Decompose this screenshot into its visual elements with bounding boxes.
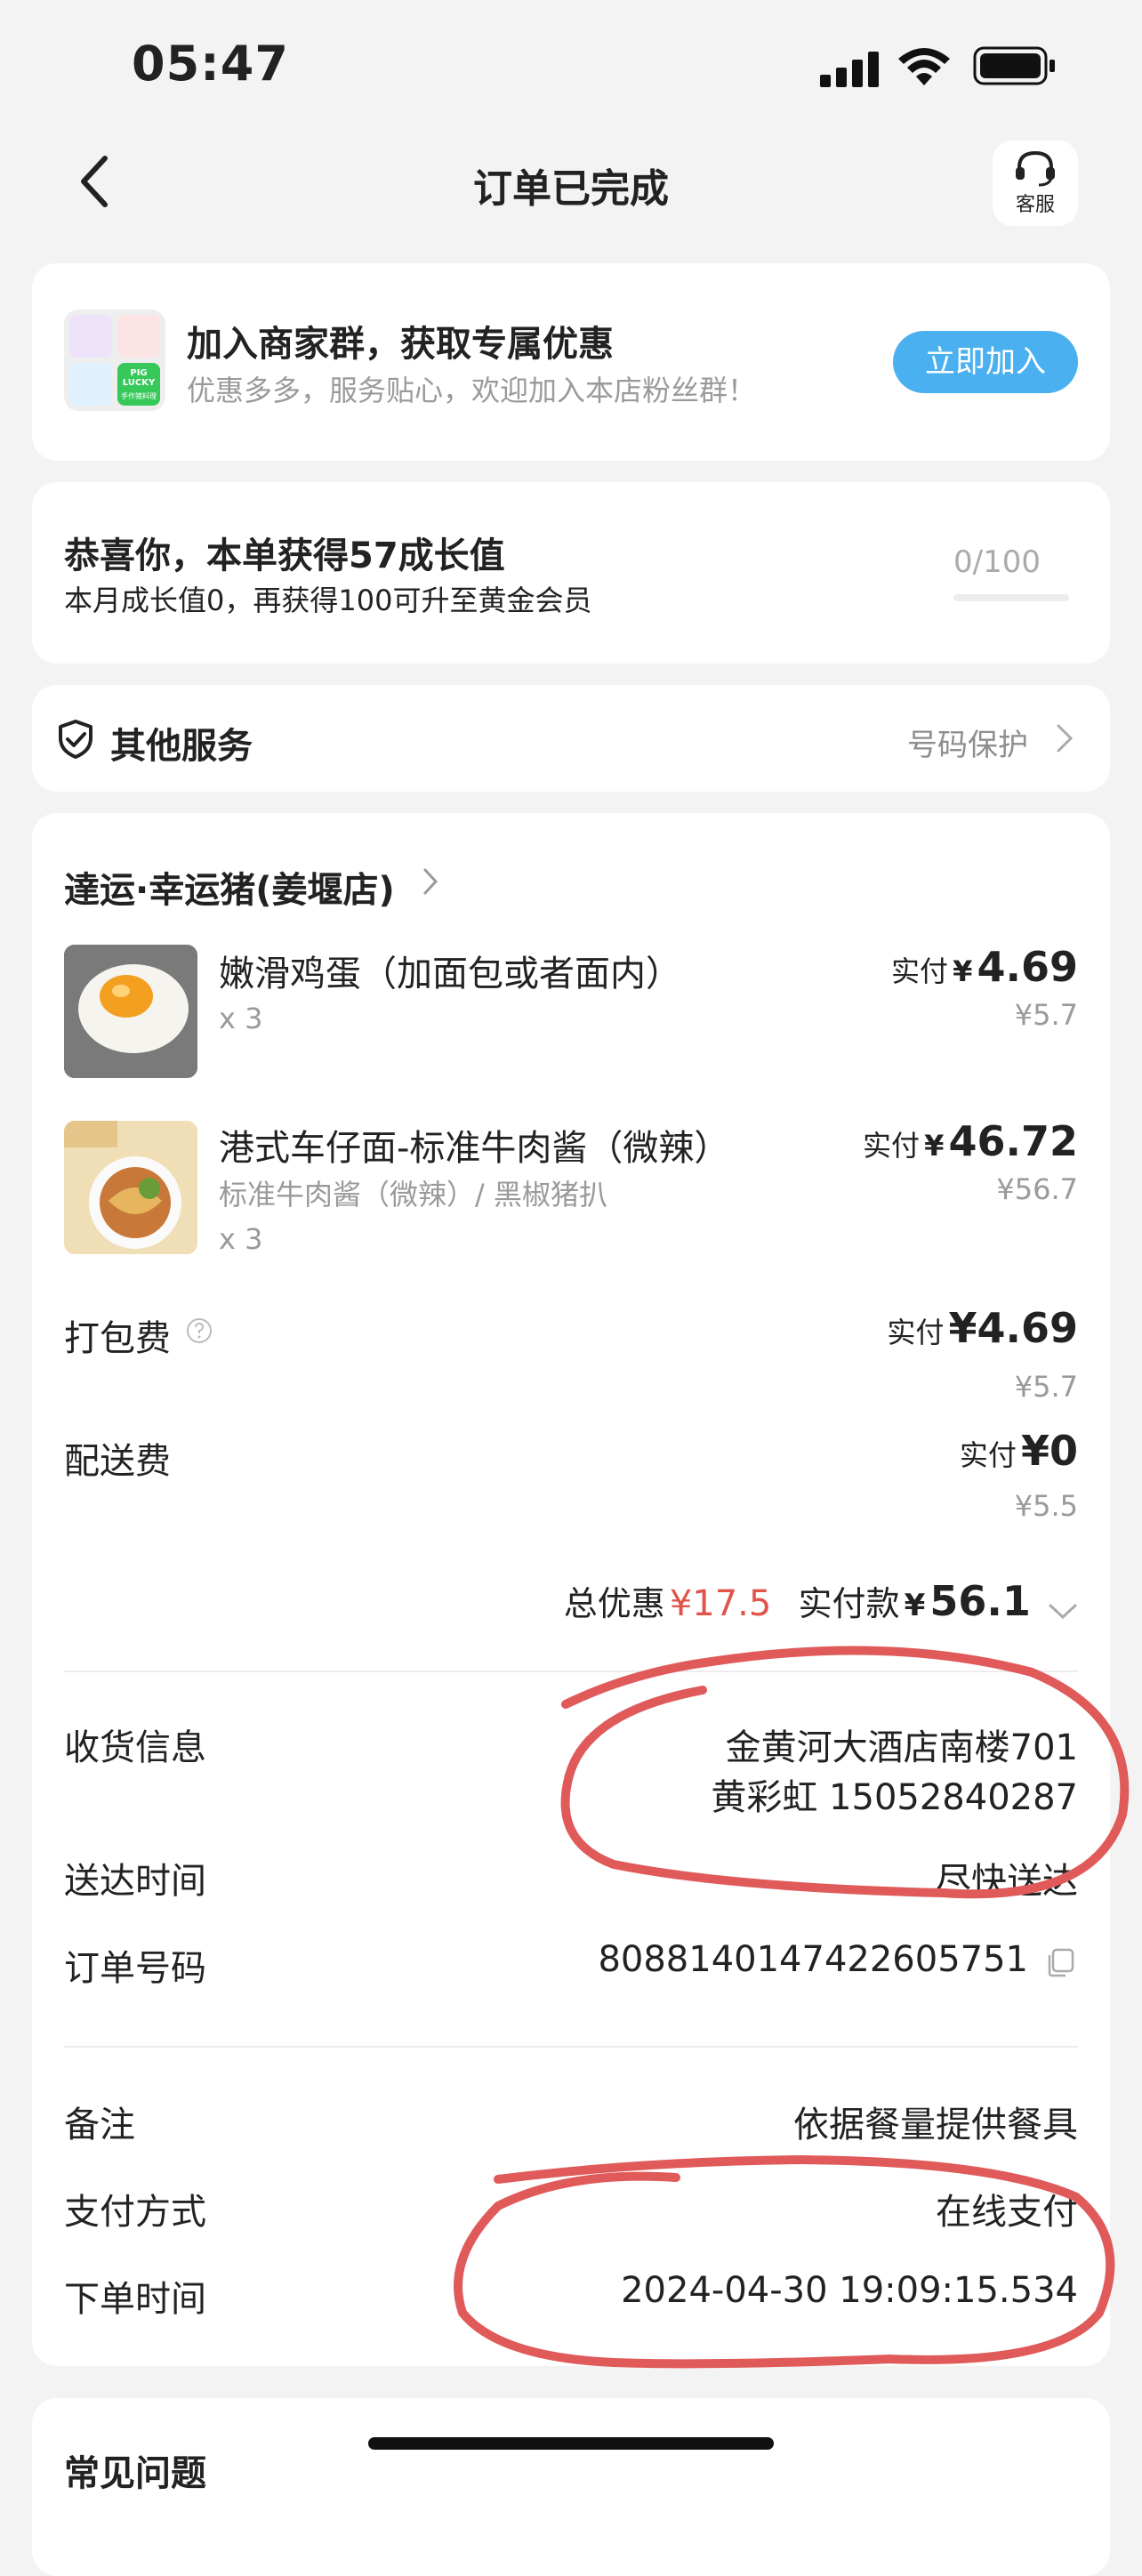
delivery-fee-paid: 实付 ¥0	[960, 1427, 1078, 1475]
other-services-card[interactable]: 其他服务 号码保护	[32, 685, 1110, 792]
delivery-time-value: 尽快送达	[936, 1861, 1078, 1902]
item-image-egg	[64, 945, 197, 1078]
payment-method-value: 在线支付	[936, 2192, 1078, 2233]
home-indicator	[368, 2437, 774, 2450]
item-name: 嫩滑鸡蛋（加面包或者面内）	[219, 954, 681, 994]
order-time-value: 2024-04-30 19:09:15.534	[621, 2270, 1078, 2311]
merchant-group-subtitle: 优惠多多，服务贴心，欢迎加入本店粉丝群！	[187, 374, 757, 407]
help-icon[interactable]	[185, 1316, 213, 1345]
growth-progress-bar	[953, 594, 1069, 601]
shield-check-icon	[57, 719, 94, 760]
customer-service-button[interactable]: 客服	[993, 141, 1078, 226]
delivery-time-label: 送达时间	[64, 1861, 206, 1902]
order-card: 達运·幸运猪(姜堰店) 嫩滑鸡蛋（加面包或者面内） x 3 实付 ¥ 4.69 …	[32, 813, 1110, 2366]
packing-fee-paid: 实付 ¥4.69	[887, 1304, 1078, 1352]
delivery-fee-label: 配送费	[64, 1441, 171, 1482]
battery-icon	[973, 46, 1057, 85]
paid-amount: ¥4.69	[948, 1304, 1078, 1352]
total-discount-label: 总优惠	[563, 1584, 665, 1623]
packing-fee-original: ¥5.7	[1014, 1370, 1078, 1404]
growth-card: 恭喜你，本单获得57成长值 本月成长值0，再获得100可升至黄金会员 0/100	[32, 482, 1110, 664]
receiver-label: 收货信息	[64, 1727, 206, 1768]
merchant-thumbnail: PIG LUCKY 手作猪料理	[64, 310, 165, 411]
thumb-caption: 手作猪料理	[121, 392, 157, 400]
chevron-right-icon	[1055, 722, 1074, 754]
paid-amount: ¥0	[1020, 1427, 1078, 1475]
customer-service-label: 客服	[1015, 194, 1055, 216]
join-button[interactable]: 立即加入	[893, 331, 1078, 393]
shop-name[interactable]: 達运·幸运猪(姜堰店)	[64, 861, 395, 913]
paid-amount: 46.72	[948, 1117, 1078, 1165]
merchant-group-title: 加入商家群，获取专属优惠	[187, 324, 614, 365]
thumb-label: PIG LUCKY	[122, 368, 156, 388]
status-time: 05:47	[132, 36, 289, 92]
remark-value: 依据餐量提供餐具	[793, 2105, 1078, 2145]
paid-label: 实付	[891, 954, 949, 988]
total-paid-label: 实付款	[798, 1584, 900, 1623]
number-protection-text: 号码保护	[907, 728, 1028, 763]
divider	[64, 2046, 1078, 2048]
signal-icon	[820, 50, 882, 87]
paid-amount: 4.69	[977, 943, 1079, 991]
paid-label: 实付	[887, 1316, 945, 1349]
remark-label: 备注	[64, 2105, 135, 2145]
growth-title: 恭喜你，本单获得57成长值	[64, 535, 505, 576]
paid-label: 实付	[959, 1438, 1017, 1472]
item-name: 港式车仔面-标准牛肉酱（微辣）	[219, 1128, 730, 1169]
faq-card: 常见问题	[32, 2398, 1110, 2576]
paid-currency: ¥	[953, 954, 973, 988]
delivery-fee-original: ¥5.5	[1014, 1489, 1078, 1523]
merchant-group-card: PIG LUCKY 手作猪料理 加入商家群，获取专属优惠 优惠多多，服务贴心，欢…	[32, 263, 1110, 461]
total-paid-currency: ¥	[904, 1588, 926, 1623]
packing-fee-label: 打包费	[64, 1318, 171, 1359]
payment-method-label: 支付方式	[64, 2192, 206, 2233]
order-number-label: 订单号码	[64, 1948, 206, 1989]
wifi-icon	[897, 46, 952, 87]
item-original-price: ¥5.7	[1014, 998, 1078, 1032]
total-paid-value: 56.1	[929, 1577, 1031, 1625]
item-original-price: ¥56.7	[996, 1172, 1078, 1206]
order-number-value: 8088140147422605751	[598, 1939, 1028, 1980]
receiver-contact: 黄彩虹 15052840287	[711, 1777, 1078, 1818]
item-paid: 实付 ¥ 4.69	[891, 943, 1078, 991]
copy-icon[interactable]	[1042, 1944, 1078, 1980]
order-time-label: 下单时间	[64, 2279, 206, 2320]
receiver-address: 金黄河大酒店南楼701	[725, 1727, 1078, 1768]
item-image-noodles	[64, 1121, 197, 1254]
item-spec: 标准牛肉酱（微辣）/ 黑椒猪扒	[219, 1178, 607, 1212]
item-quantity: x 3	[219, 1002, 263, 1035]
growth-progress-text: 0/100	[953, 544, 1041, 580]
chevron-down-icon	[1048, 1603, 1078, 1621]
divider	[64, 1670, 1078, 1672]
headset-icon	[1016, 150, 1055, 187]
total-discount-value: ¥17.5	[669, 1583, 772, 1624]
item-paid: 实付 ¥ 46.72	[863, 1117, 1078, 1165]
item-quantity: x 3	[219, 1222, 263, 1256]
growth-subtitle: 本月成长值0，再获得100可升至黄金会员	[64, 584, 592, 617]
page-title: 订单已完成	[473, 166, 669, 212]
paid-currency: ¥	[924, 1129, 945, 1163]
other-services-label: 其他服务	[110, 726, 253, 767]
shop-chevron-icon	[422, 866, 439, 897]
paid-label: 实付	[863, 1129, 921, 1163]
totals-row[interactable]: 总优惠 ¥17.5 实付款 ¥ 56.1	[564, 1576, 1078, 1625]
faq-title: 常见问题	[64, 2453, 206, 2494]
